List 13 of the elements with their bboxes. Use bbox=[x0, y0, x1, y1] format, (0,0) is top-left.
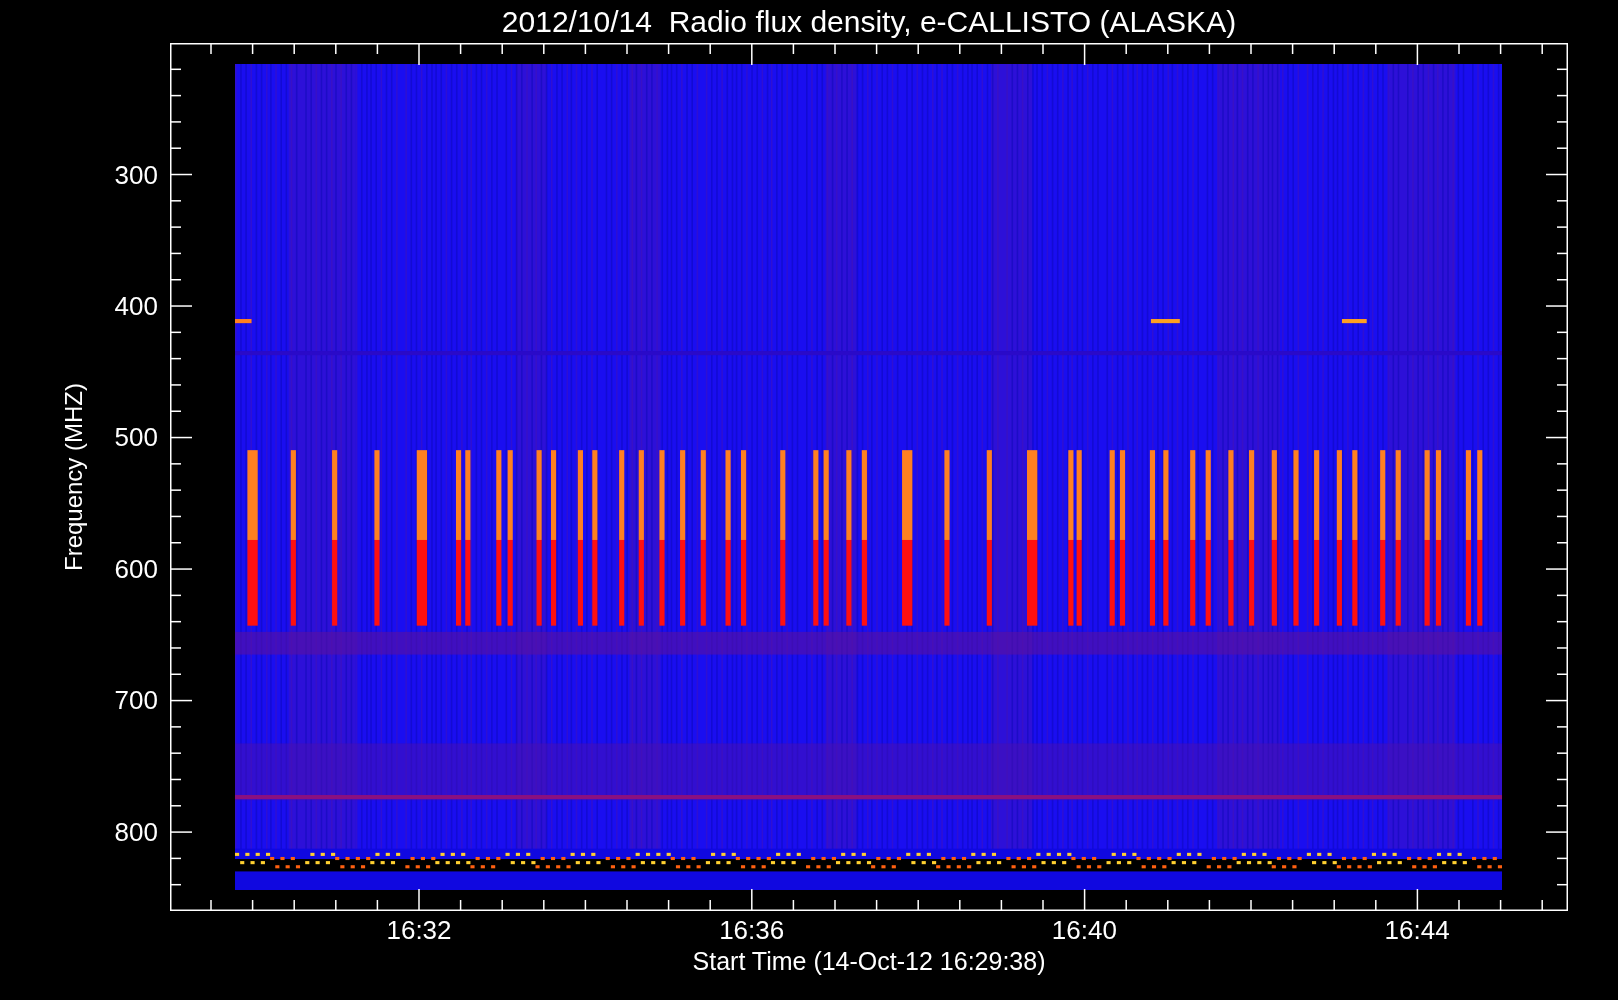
plot-title: 2012/10/14 Radio flux density, e-CALLISTO (ALASKA) bbox=[501, 6, 1237, 37]
y-tick-label: 300 bbox=[114, 161, 158, 188]
y-tick-label: 500 bbox=[114, 424, 158, 451]
y-tick-label: 800 bbox=[114, 818, 158, 845]
x-axis-label: Start Time (14-Oct-12 16:29:38) bbox=[692, 949, 1046, 974]
y-tick-label: 600 bbox=[114, 555, 158, 582]
y-tick-label: 700 bbox=[114, 687, 158, 714]
y-axis-label: Frequency (MHZ) bbox=[62, 383, 86, 571]
x-tick-label: 16:44 bbox=[1384, 917, 1450, 943]
x-tick-label: 16:32 bbox=[386, 917, 452, 943]
x-tick-label: 16:36 bbox=[719, 917, 785, 943]
y-tick-label: 400 bbox=[114, 292, 158, 319]
x-tick-label: 16:40 bbox=[1051, 917, 1117, 943]
